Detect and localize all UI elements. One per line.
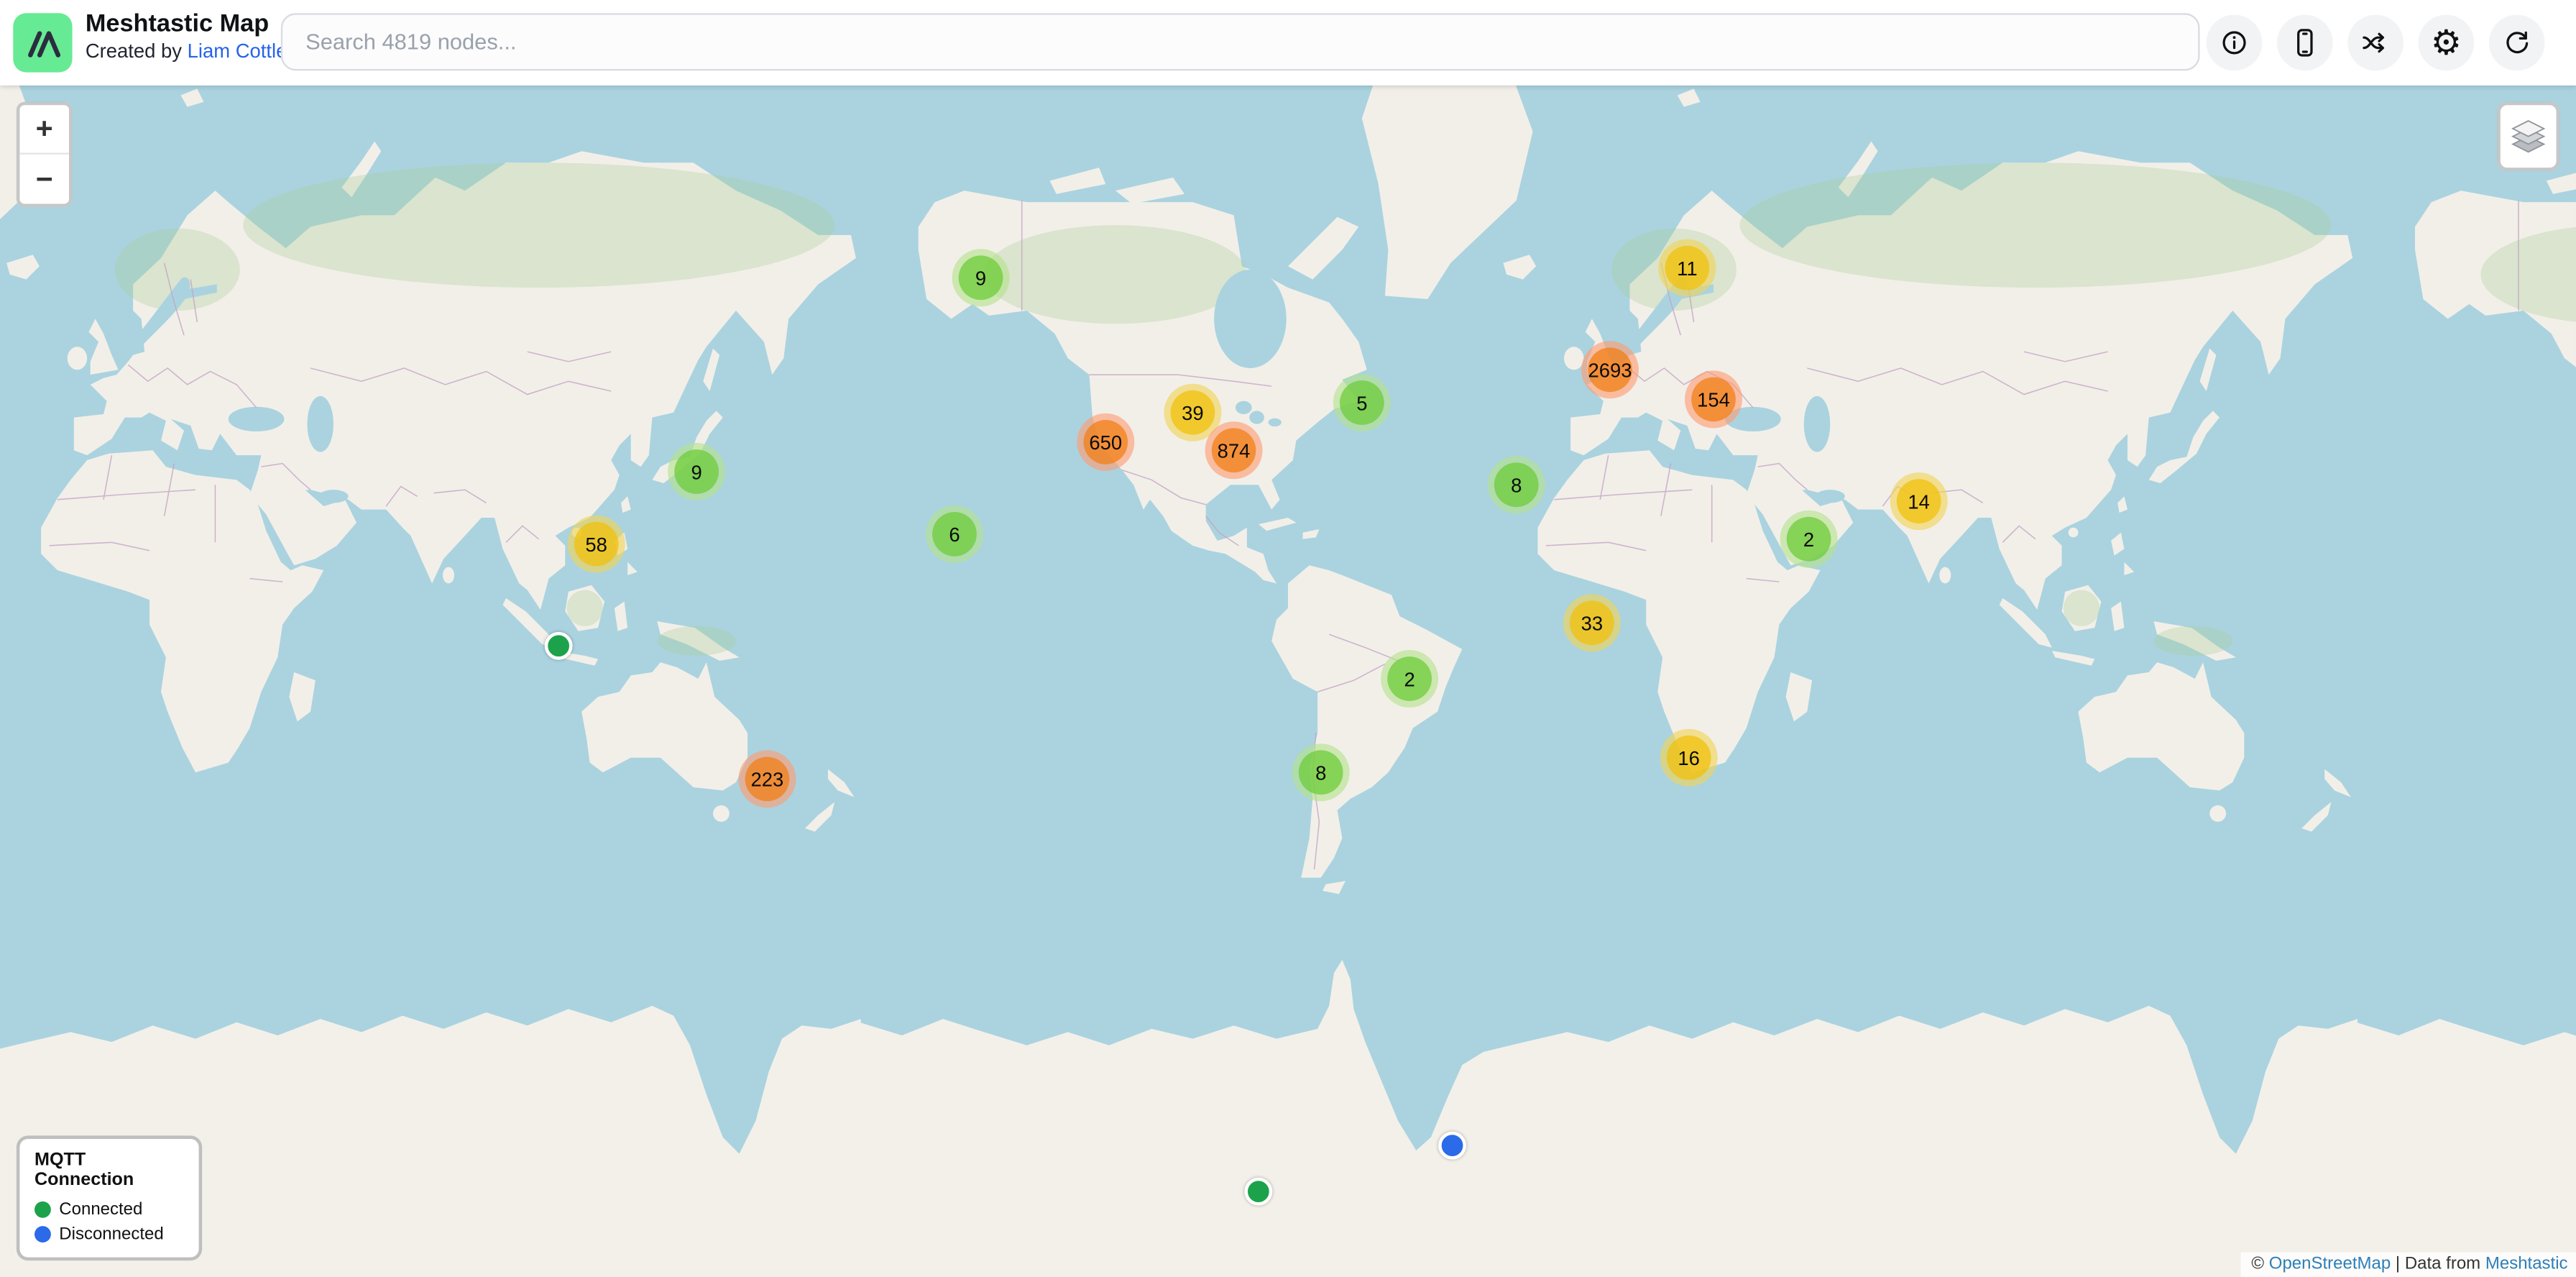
cluster-marker[interactable]: 33 — [1563, 594, 1621, 651]
cluster-marker[interactable]: 16 — [1660, 729, 1718, 787]
refresh-button[interactable] — [2489, 15, 2545, 71]
legend-item-label: Connected — [59, 1200, 142, 1219]
legend-item-disconnected: Disconnected — [34, 1225, 184, 1244]
osm-link[interactable]: OpenStreetMap — [2269, 1254, 2391, 1273]
legend-item-label: Disconnected — [59, 1225, 163, 1244]
world-map-tiles — [0, 86, 2576, 1277]
attribution: © OpenStreetMap | Data from Meshtastic — [2242, 1253, 2576, 1277]
cluster-marker[interactable]: 5 — [1333, 374, 1391, 431]
page-title: Meshtastic Map — [86, 10, 288, 38]
layers-control[interactable] — [2497, 102, 2559, 171]
zoom-out-button[interactable]: − — [19, 155, 69, 204]
connected-dot-icon — [34, 1202, 51, 1218]
refresh-icon — [2501, 27, 2534, 60]
toolbar: ⚙ — [2207, 15, 2545, 71]
info-button[interactable] — [2207, 15, 2263, 71]
shuffle-button[interactable] — [2347, 15, 2404, 71]
cluster-marker[interactable]: 9 — [668, 443, 725, 500]
legend-item-connected: Connected — [34, 1200, 184, 1219]
cluster-marker[interactable]: 6 — [926, 505, 983, 563]
created-by-text: Created by — [86, 40, 182, 63]
cluster-marker[interactable]: 223 — [738, 750, 796, 807]
title-block: Meshtastic Map Created by Liam Cottle — [86, 10, 288, 65]
cluster-marker[interactable]: 2 — [1780, 511, 1838, 568]
mobile-phone-icon — [2288, 27, 2322, 60]
map-canvas[interactable]: 939874650526931541182143316282235896 + −… — [0, 86, 2576, 1277]
copyright-symbol: © — [2251, 1254, 2264, 1273]
disconnected-node-marker[interactable] — [1438, 1132, 1466, 1160]
app: 939874650526931541182143316282235896 + −… — [0, 0, 2576, 1277]
search-input[interactable] — [281, 13, 2200, 70]
meshtastic-link[interactable]: Meshtastic — [2485, 1254, 2568, 1273]
mountain-slashes-icon — [18, 18, 68, 68]
gear-icon: ⚙ — [2431, 25, 2462, 60]
cluster-marker[interactable]: 874 — [1205, 421, 1263, 479]
header: Meshtastic Map Created by Liam Cottle — [0, 0, 2576, 86]
mqtt-legend: MQTT Connection Connected Disconnected — [17, 1135, 202, 1260]
mobile-app-button[interactable] — [2277, 15, 2333, 71]
cluster-marker[interactable]: 2693 — [1581, 341, 1639, 398]
legend-title: MQTT Connection — [34, 1150, 184, 1190]
cluster-marker[interactable]: 8 — [1488, 456, 1545, 513]
attribution-separator: | Data from — [2391, 1254, 2485, 1273]
connected-node-marker[interactable] — [1244, 1178, 1272, 1206]
cluster-marker[interactable]: 8 — [1292, 743, 1350, 801]
subtitle: Created by Liam Cottle — [86, 42, 288, 65]
zoom-control: + − — [17, 102, 73, 207]
cluster-marker[interactable]: 58 — [568, 516, 625, 573]
connected-node-marker[interactable] — [545, 632, 573, 660]
cluster-marker[interactable]: 14 — [1890, 472, 1948, 530]
cluster-marker[interactable]: 11 — [1658, 239, 1716, 297]
layers-icon — [2506, 111, 2552, 161]
settings-button[interactable]: ⚙ — [2419, 15, 2475, 71]
cluster-marker[interactable]: 9 — [952, 249, 1010, 306]
cluster-marker[interactable]: 650 — [1077, 413, 1134, 471]
meshtastic-logo — [13, 13, 72, 72]
cluster-marker[interactable]: 2 — [1381, 650, 1438, 708]
cluster-marker[interactable]: 154 — [1685, 370, 1742, 428]
zoom-in-button[interactable]: + — [19, 105, 69, 155]
shuffle-icon — [2359, 27, 2392, 60]
author-link[interactable]: Liam Cottle — [188, 40, 288, 63]
disconnected-dot-icon — [34, 1226, 51, 1242]
info-icon — [2218, 27, 2251, 60]
